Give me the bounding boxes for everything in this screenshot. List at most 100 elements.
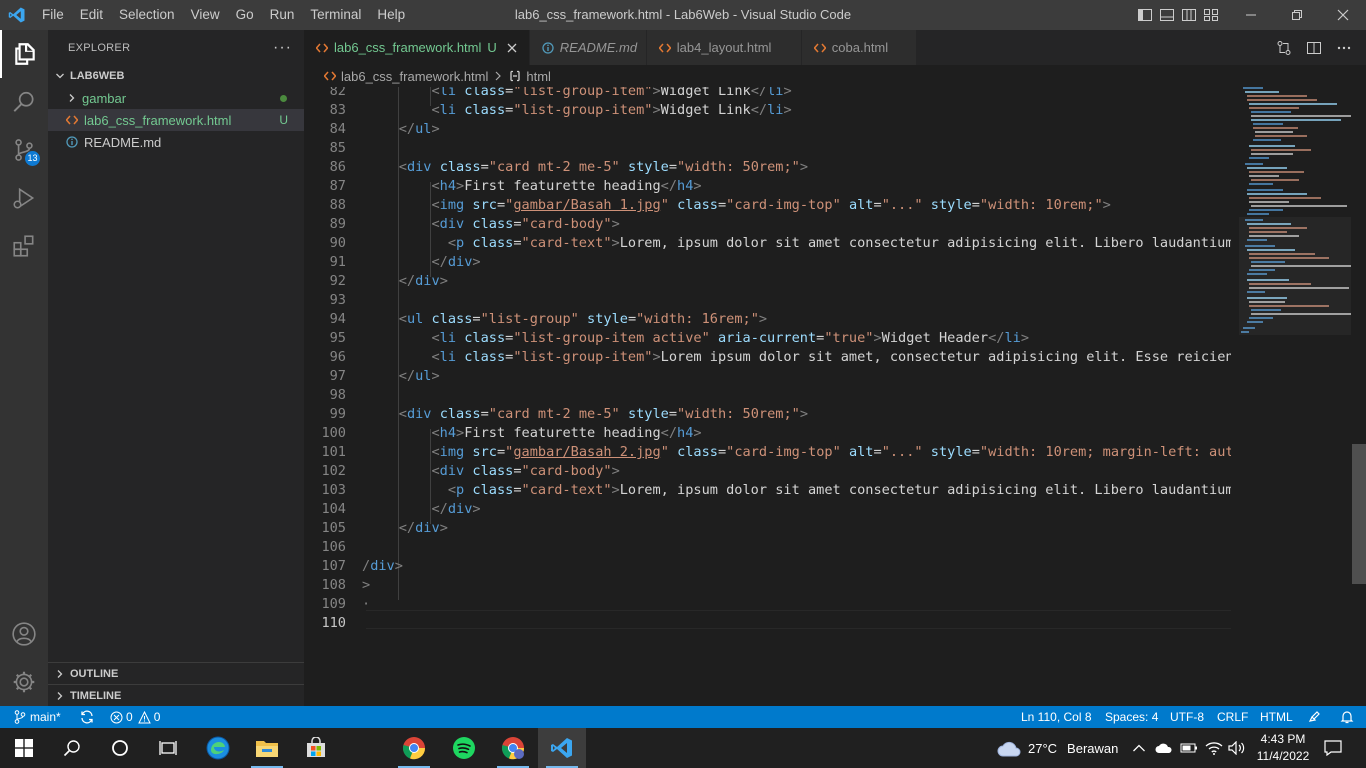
line-number: 86 — [329, 159, 346, 175]
line-content: <ul class="list-group" style="width: 16r… — [398, 311, 768, 327]
task-view-icon[interactable] — [144, 728, 192, 768]
tree-item-lab6-css-framework[interactable]: lab6_css_framework.html U — [48, 109, 304, 131]
line-content: </ul> — [398, 368, 440, 384]
action-center-icon[interactable] — [1324, 728, 1342, 768]
menu-terminal[interactable]: Terminal — [302, 0, 369, 30]
code-line: 97 </ul> — [304, 367, 1231, 386]
line-number: 109 — [321, 596, 346, 612]
search-icon[interactable] — [48, 728, 96, 768]
menu-edit[interactable]: Edit — [72, 0, 111, 30]
source-control-icon[interactable]: 13 — [0, 126, 48, 174]
battery-icon[interactable] — [1180, 728, 1198, 768]
tab-lab4-layout[interactable]: lab4_layout.html — [646, 30, 802, 65]
outline-section[interactable]: OUTLINE — [48, 662, 304, 684]
minimap[interactable] — [1239, 87, 1351, 706]
weather-widget[interactable]: 27°C Berawan — [996, 728, 1118, 768]
line-ending[interactable]: CRLF — [1217, 706, 1248, 728]
code-line: 103 <p class="card-text">Lorem, ipsum do… — [304, 481, 1231, 500]
tab-label: coba.html — [831, 40, 889, 55]
workspace-folder[interactable]: LAB6WEB — [48, 65, 304, 87]
notifications-bell-icon[interactable] — [1340, 706, 1354, 728]
tab-label: lab4_layout.html — [676, 40, 772, 55]
vertical-scrollbar[interactable] — [1352, 444, 1366, 584]
branch-indicator[interactable]: main* — [14, 706, 61, 728]
tab-lab6-css-framework[interactable]: lab6_css_framework.html U — [304, 30, 530, 65]
chrome-icon[interactable] — [390, 728, 438, 768]
cortana-icon[interactable] — [96, 728, 144, 768]
info-file-icon — [64, 136, 80, 148]
menu-view[interactable]: View — [183, 0, 228, 30]
close-window-icon[interactable] — [1320, 0, 1366, 30]
search-icon[interactable] — [0, 78, 48, 126]
menu-file[interactable]: File — [34, 0, 72, 30]
more-actions-icon[interactable]: ··· — [273, 39, 292, 57]
editor-actions — [1276, 30, 1366, 65]
breadcrumb-symbol[interactable]: html — [526, 69, 551, 84]
encoding[interactable]: UTF-8 — [1170, 706, 1204, 728]
wifi-icon[interactable] — [1205, 728, 1223, 768]
customize-layout-icon[interactable] — [1202, 6, 1220, 24]
problems-indicator[interactable]: 0 0 — [110, 706, 160, 728]
manage-gear-icon[interactable] — [0, 658, 48, 706]
tab-coba[interactable]: coba.html — [801, 30, 917, 65]
line-content: </div> — [431, 254, 481, 270]
cursor-position[interactable]: Ln 110, Col 8 — [1021, 706, 1092, 728]
code-line: 100 <h4>First featurette heading</h4> — [304, 424, 1231, 443]
toggle-sidebar-icon[interactable] — [1136, 6, 1154, 24]
line-content: <li class="list-group-item">Widget Link<… — [431, 102, 792, 118]
accounts-icon[interactable] — [0, 610, 48, 658]
spotify-icon[interactable] — [440, 728, 488, 768]
html-file-icon — [813, 42, 826, 54]
clock-time: 4:43 PM — [1260, 732, 1306, 746]
line-number: 92 — [329, 273, 346, 289]
windows-start-icon[interactable] — [0, 728, 48, 768]
split-editor-icon[interactable] — [1306, 40, 1322, 56]
menu-go[interactable]: Go — [228, 0, 262, 30]
breadcrumb-file[interactable]: lab6_css_framework.html — [341, 69, 488, 84]
file-explorer-icon[interactable] — [243, 728, 291, 768]
sync-icon[interactable] — [79, 706, 95, 728]
code-line: 82 <li class="list-group-item">Widget Li… — [304, 87, 1231, 101]
code-editor[interactable]: 82 <li class="list-group-item">Widget Li… — [304, 87, 1231, 706]
microsoft-store-icon[interactable] — [292, 728, 340, 768]
modified-dot-icon — [280, 95, 287, 102]
run-debug-icon[interactable] — [0, 174, 48, 222]
extensions-icon[interactable] — [0, 222, 48, 270]
line-content: <div class="card-body"> — [431, 216, 620, 232]
vscode-taskbar-icon[interactable] — [538, 728, 586, 768]
more-actions-icon[interactable] — [1336, 40, 1352, 56]
menu-help[interactable]: Help — [369, 0, 413, 30]
edge-browser-icon[interactable] — [194, 728, 242, 768]
minimize-icon[interactable] — [1228, 0, 1274, 30]
chrome-profile-icon[interactable] — [489, 728, 537, 768]
system-clock[interactable]: 4:43 PM 11/4/2022 — [1250, 731, 1316, 765]
warning-count: 0 — [153, 710, 161, 724]
toggle-panel-icon[interactable] — [1158, 6, 1176, 24]
line-number: 90 — [329, 235, 346, 251]
chevron-right-icon — [64, 93, 80, 103]
tab-readme[interactable]: README.md — [529, 30, 647, 65]
line-content: <li class="list-group-item">Lorem ipsum … — [431, 349, 1231, 365]
timeline-section[interactable]: TIMELINE — [48, 684, 304, 706]
code-line: 90 <p class="card-text">Lorem, ipsum dol… — [304, 234, 1231, 253]
tree-item-gambar[interactable]: gambar — [48, 87, 304, 109]
show-hidden-icons-chevron-up-icon[interactable] — [1132, 728, 1146, 768]
restore-icon[interactable] — [1274, 0, 1320, 30]
tree-item-label: README.md — [84, 134, 162, 150]
onedrive-cloud-icon[interactable] — [1155, 728, 1173, 768]
open-changes-icon[interactable] — [1276, 40, 1292, 56]
indentation[interactable]: Spaces: 4 — [1105, 706, 1158, 728]
toggle-secondary-sidebar-icon[interactable] — [1180, 6, 1198, 24]
menu-selection[interactable]: Selection — [111, 0, 183, 30]
volume-icon[interactable] — [1228, 728, 1246, 768]
close-tab-icon[interactable] — [507, 43, 517, 53]
tree-item-readme[interactable]: README.md — [48, 131, 304, 153]
explorer-icon[interactable] — [0, 30, 48, 78]
vscode-logo-icon[interactable] — [0, 0, 34, 30]
feedback-icon[interactable] — [1307, 706, 1321, 728]
code-line: 107/div> — [304, 557, 1231, 576]
line-number: 102 — [321, 463, 346, 479]
menu-run[interactable]: Run — [262, 0, 303, 30]
code-line: 88 <img src="gambar/Basah 1.jpg" class="… — [304, 196, 1231, 215]
language-mode[interactable]: HTML — [1260, 706, 1293, 728]
